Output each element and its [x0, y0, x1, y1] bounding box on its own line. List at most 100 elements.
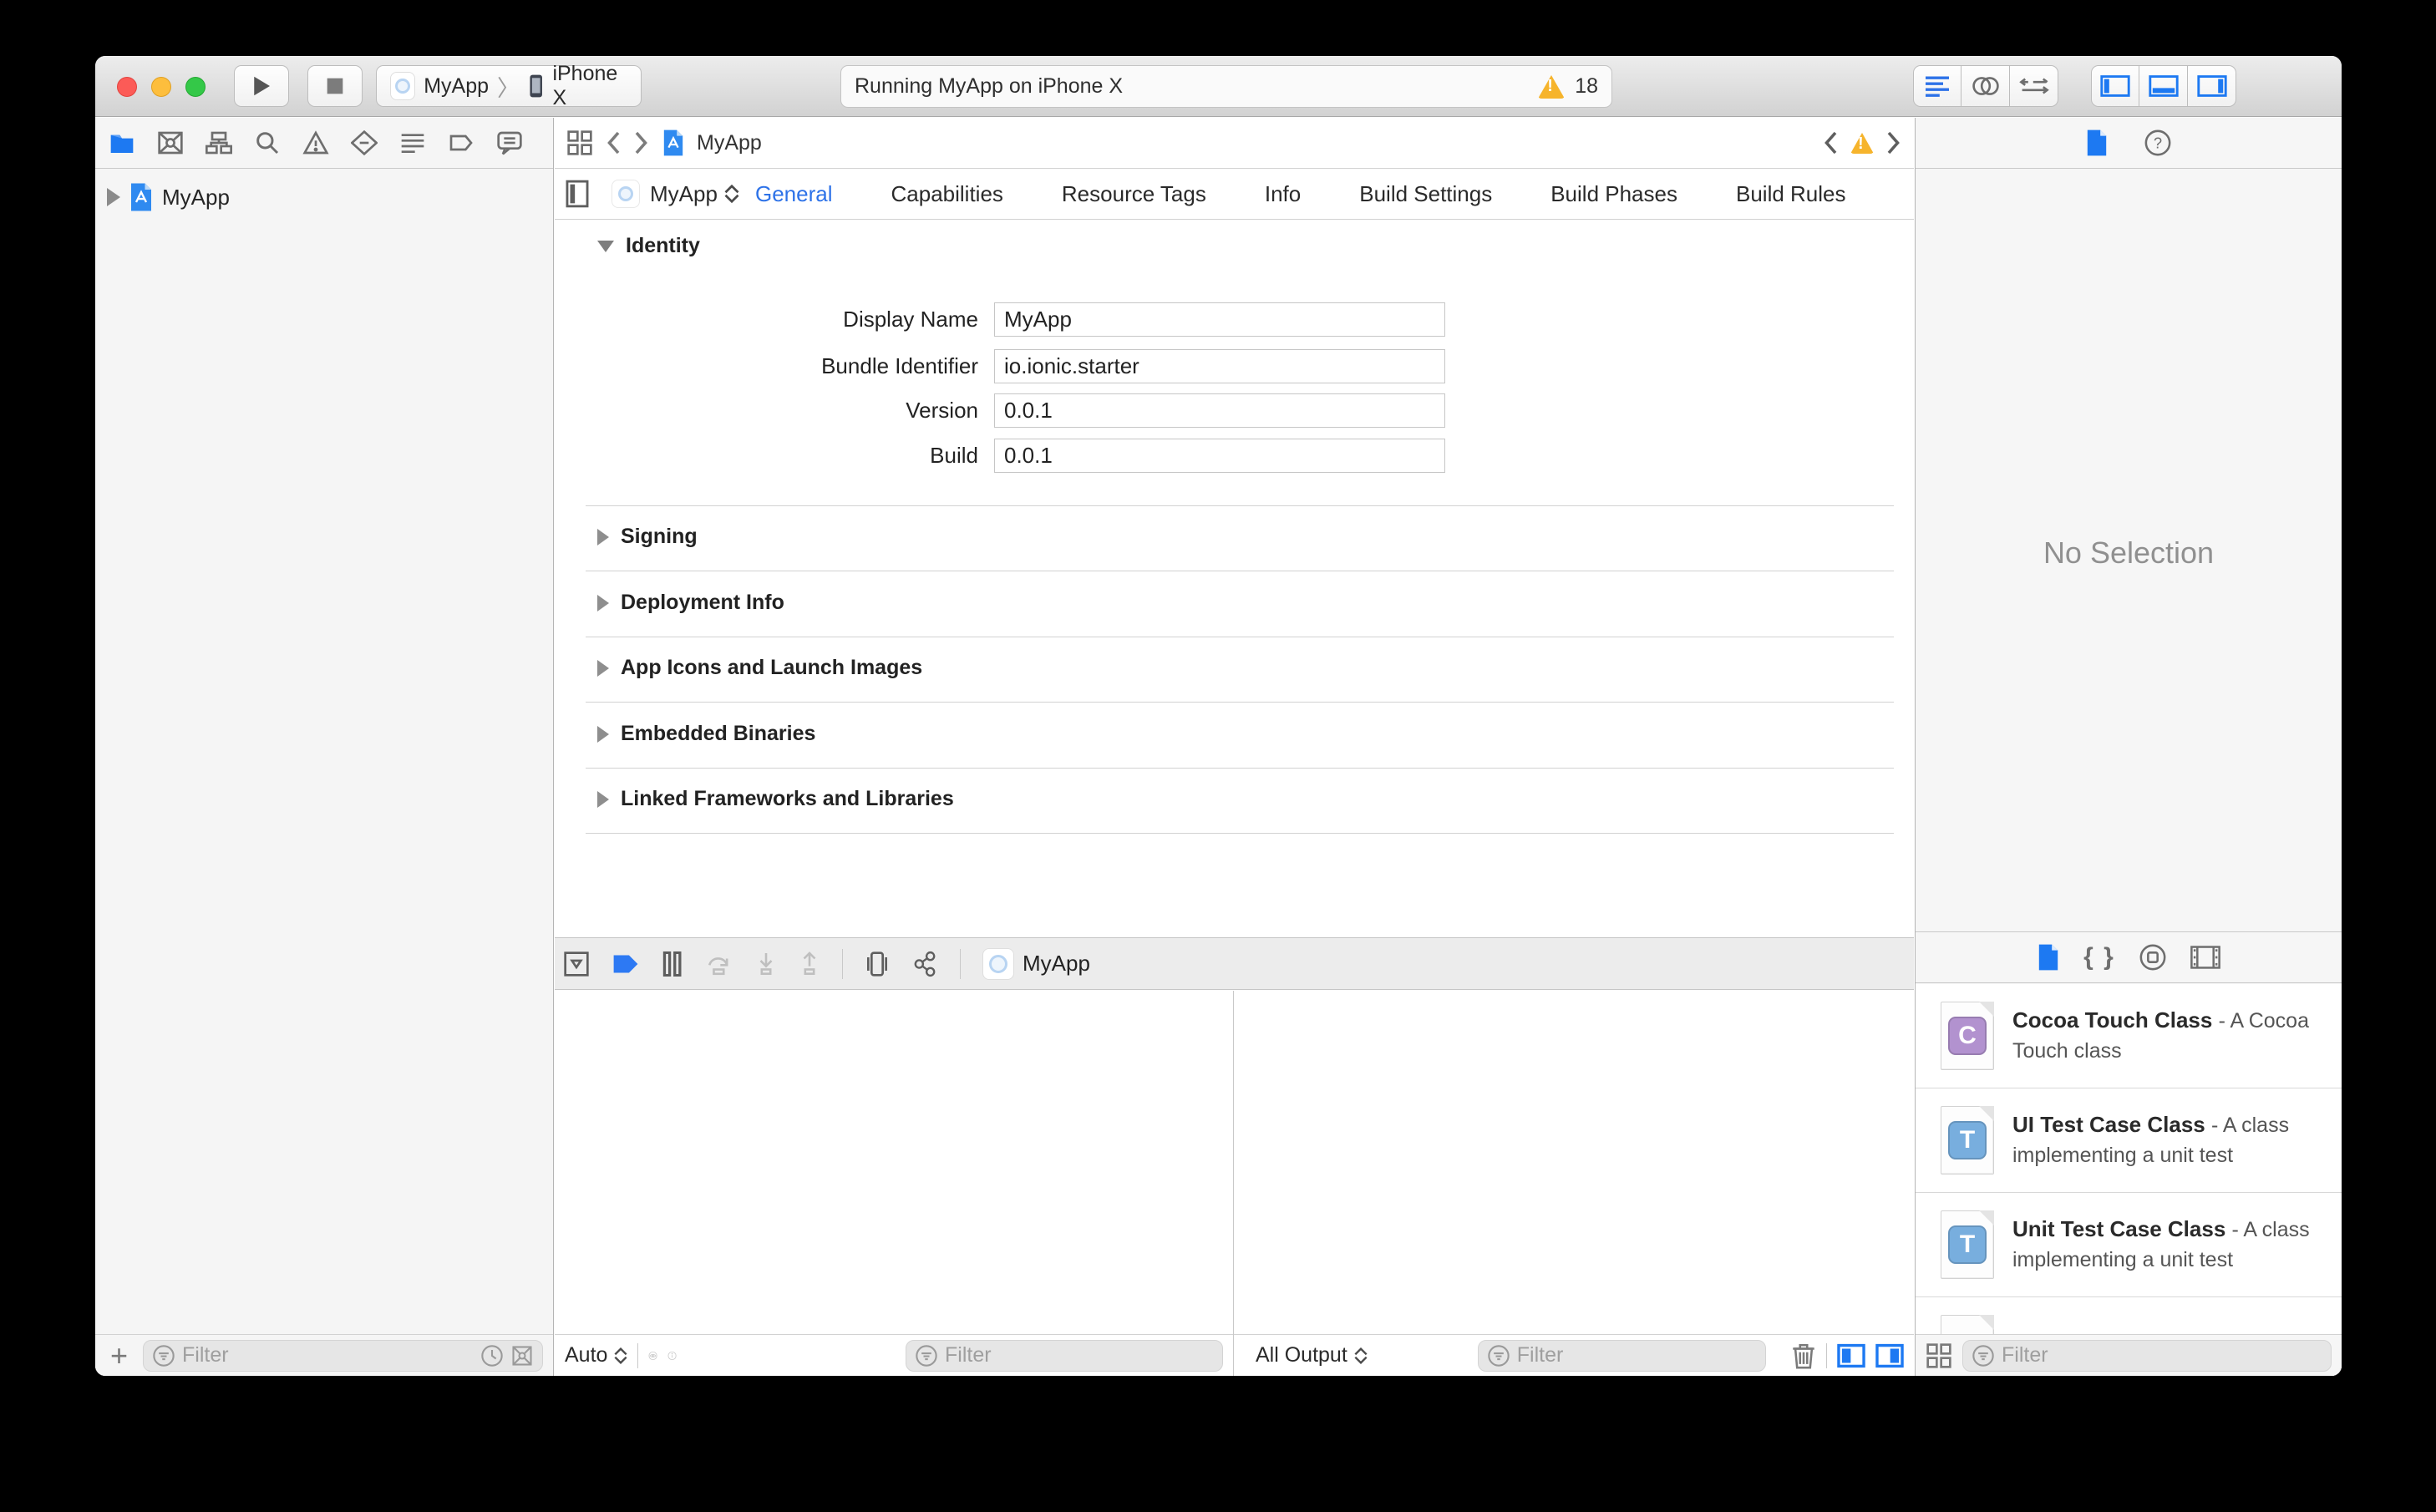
issue-navigator-icon[interactable]	[302, 130, 329, 155]
show-console-toggle-icon[interactable]	[1875, 1342, 1904, 1369]
template-ui-test-case-class[interactable]: T UI Test Case Class - A class implement…	[1916, 1088, 2342, 1193]
warning-icon[interactable]	[1538, 74, 1566, 99]
deployment-info-section-title: Deployment Info	[621, 591, 784, 614]
pause-icon[interactable]	[662, 951, 683, 977]
breakpoints-toggle-icon[interactable]	[612, 951, 640, 977]
show-variables-view-toggle-icon[interactable]	[1837, 1342, 1865, 1369]
popup-chevrons-icon[interactable]	[724, 185, 739, 203]
tab-build-phases[interactable]: Build Phases	[1550, 181, 1677, 207]
next-issue-icon[interactable]	[1885, 130, 1902, 155]
disclosure-closed-icon[interactable]	[597, 790, 609, 808]
test-navigator-icon[interactable]	[351, 130, 378, 155]
assistant-editor-button[interactable]	[1961, 65, 2010, 107]
signing-section-header[interactable]: Signing	[597, 525, 698, 549]
variables-filter-input[interactable]	[945, 1343, 1214, 1367]
navigator-filter-input[interactable]	[182, 1343, 474, 1367]
disclosure-open-icon[interactable]	[597, 240, 614, 252]
issue-warning-icon[interactable]	[1850, 132, 1874, 154]
library-filter-input[interactable]	[2002, 1343, 2322, 1367]
tab-resource-tags[interactable]: Resource Tags	[1062, 181, 1206, 207]
object-library-icon[interactable]	[2139, 943, 2167, 972]
scheme-selector[interactable]: MyApp 〉 iPhone X	[376, 62, 642, 109]
tab-general[interactable]: General	[755, 181, 833, 207]
close-window-button[interactable]	[117, 77, 137, 97]
report-navigator-icon[interactable]	[496, 130, 523, 155]
tab-capabilities[interactable]: Capabilities	[891, 181, 1003, 207]
breakpoint-navigator-icon[interactable]	[448, 130, 475, 155]
project-navigator-icon[interactable]	[109, 130, 135, 155]
disclosure-closed-icon[interactable]	[597, 594, 609, 611]
toggle-navigator-button[interactable]	[2091, 65, 2139, 107]
targets-sidebar-toggle-icon[interactable]	[565, 180, 590, 208]
standard-editor-button[interactable]	[1913, 65, 1961, 107]
disclosure-closed-icon[interactable]	[597, 528, 609, 545]
source-control-navigator-icon[interactable]	[157, 130, 184, 155]
disclosure-triangle-icon[interactable]	[107, 188, 120, 206]
run-button[interactable]	[234, 65, 289, 107]
disclosure-closed-icon[interactable]	[597, 725, 609, 743]
step-over-icon[interactable]	[705, 951, 733, 977]
class-badge: T	[1948, 1121, 1987, 1159]
clear-console-trash-icon[interactable]	[1791, 1342, 1816, 1370]
target-popup-label[interactable]: MyApp	[650, 181, 718, 207]
deployment-info-section-header[interactable]: Deployment Info	[597, 591, 784, 615]
quicklook-eye-icon[interactable]	[648, 1342, 657, 1369]
zoom-window-button[interactable]	[185, 77, 206, 97]
template-partial-item[interactable]	[1916, 1297, 2342, 1334]
help-inspector-icon[interactable]: ?	[2144, 129, 2172, 157]
version-input[interactable]	[994, 393, 1445, 428]
warning-count[interactable]: 18	[1575, 74, 1598, 99]
embedded-binaries-section-header[interactable]: Embedded Binaries	[597, 722, 815, 746]
library-filter-field[interactable]	[1962, 1339, 2332, 1372]
console-scope-popup[interactable]: All Output	[1256, 1343, 1368, 1367]
minimize-window-button[interactable]	[151, 77, 171, 97]
jumpbar-file-label[interactable]: MyApp	[697, 131, 762, 155]
navigator-filter-field[interactable]	[143, 1339, 543, 1372]
stop-button[interactable]	[307, 65, 363, 107]
info-icon[interactable]	[667, 1342, 677, 1369]
symbol-navigator-icon[interactable]	[206, 130, 232, 155]
recent-files-clock-icon[interactable]	[480, 1344, 504, 1367]
tab-build-settings[interactable]: Build Settings	[1359, 181, 1492, 207]
find-navigator-icon[interactable]	[254, 130, 281, 155]
previous-issue-icon[interactable]	[1822, 130, 1839, 155]
toggle-inspector-button[interactable]	[2188, 65, 2236, 107]
console-filter-input[interactable]	[1516, 1343, 1757, 1367]
step-out-icon[interactable]	[799, 951, 820, 977]
variables-scope-popup[interactable]: Auto	[565, 1343, 627, 1367]
media-library-icon[interactable]	[2190, 945, 2220, 970]
debug-process-chip[interactable]: MyApp	[982, 947, 1090, 980]
variables-filter-field[interactable]	[906, 1339, 1223, 1372]
step-into-icon[interactable]	[755, 951, 777, 977]
debug-navigator-icon[interactable]	[399, 130, 426, 155]
code-snippets-library-icon[interactable]: { }	[2083, 943, 2115, 972]
display-name-input[interactable]	[994, 302, 1445, 337]
file-inspector-icon[interactable]	[2085, 129, 2109, 157]
version-editor-button[interactable]	[2010, 65, 2058, 107]
grid-view-icon[interactable]	[1926, 1342, 1952, 1369]
forward-chevron-icon[interactable]	[633, 130, 650, 155]
memory-graph-icon[interactable]	[911, 951, 938, 977]
file-templates-library-icon[interactable]	[2037, 943, 2060, 972]
template-unit-test-case-class[interactable]: T Unit Test Case Class - A class impleme…	[1916, 1193, 2342, 1297]
app-icons-section-title: App Icons and Launch Images	[621, 656, 923, 679]
source-control-status-icon[interactable]	[510, 1344, 534, 1367]
linked-frameworks-section-header[interactable]: Linked Frameworks and Libraries	[597, 787, 954, 811]
bundle-identifier-input[interactable]	[994, 349, 1445, 383]
build-input[interactable]	[994, 439, 1445, 473]
tab-info[interactable]: Info	[1265, 181, 1301, 207]
tab-build-rules[interactable]: Build Rules	[1736, 181, 1846, 207]
toggle-debug-area-button[interactable]	[2139, 65, 2188, 107]
console-filter-field[interactable]	[1477, 1339, 1766, 1372]
back-chevron-icon[interactable]	[605, 130, 622, 155]
template-cocoa-touch-class[interactable]: C Cocoa Touch Class - A Cocoa Touch clas…	[1916, 984, 2342, 1088]
view-debugger-icon[interactable]	[865, 951, 890, 977]
debug-pane-divider[interactable]	[1233, 991, 1234, 1376]
disclosure-closed-icon[interactable]	[597, 659, 609, 677]
add-button[interactable]: +	[105, 1340, 133, 1371]
identity-section-header[interactable]: Identity	[597, 234, 700, 258]
project-row-myapp[interactable]: MyApp	[95, 179, 553, 216]
hide-debug-area-icon[interactable]	[563, 951, 590, 977]
related-items-icon[interactable]	[566, 129, 593, 156]
app-icons-section-header[interactable]: App Icons and Launch Images	[597, 656, 922, 680]
